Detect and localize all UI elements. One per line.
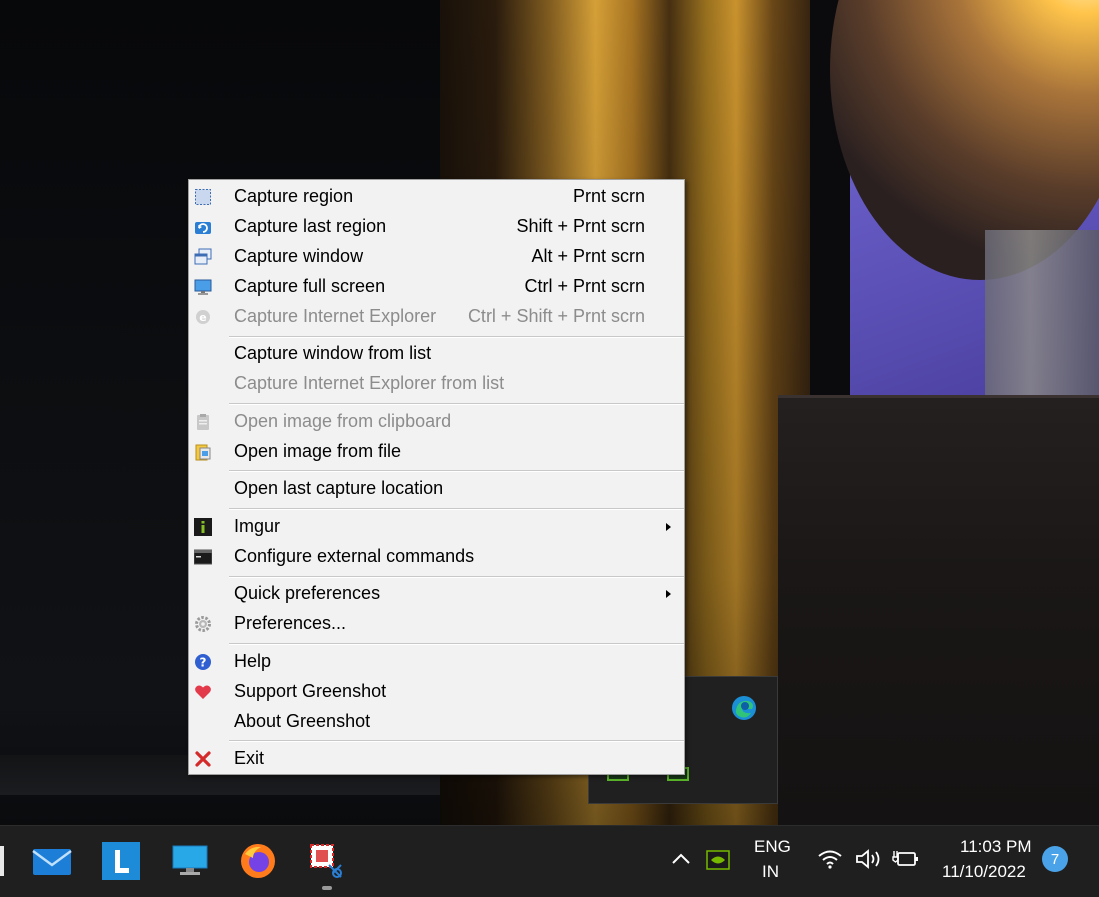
menu-item-shortcut: Ctrl + Shift + Prnt scrn [467, 306, 645, 326]
language-line1[interactable]: ENG [754, 837, 791, 857]
close-icon [194, 750, 212, 768]
menu-item-label: Capture window from list [234, 343, 432, 363]
submenu-arrow-icon [666, 590, 671, 598]
menu-item-capture-window[interactable]: Capture window Alt + Prnt scrn [189, 241, 684, 271]
heart-icon [194, 683, 212, 701]
menu-item-label: Help [234, 651, 272, 671]
menu-separator [229, 470, 684, 472]
clipboard-icon [194, 413, 212, 431]
menu-item-label: Open image from clipboard [234, 411, 452, 431]
menu-item-label: Capture window [234, 246, 364, 266]
menu-item-capture-last-region[interactable]: Capture last region Shift + Prnt scrn [189, 211, 684, 241]
firefox-icon[interactable] [237, 840, 279, 882]
menu-item-help[interactable]: ? Help [189, 646, 684, 676]
svg-text:e: e [199, 311, 206, 324]
menu-item-label: Imgur [234, 516, 281, 536]
active-app-indicator [322, 886, 332, 890]
mail-icon[interactable] [31, 840, 73, 882]
menu-item-preferences[interactable]: Preferences... [189, 608, 684, 638]
menu-item-capture-region[interactable]: Capture region Prnt scrn [189, 181, 684, 211]
notification-badge[interactable]: 7 [1042, 846, 1068, 872]
menu-item-label: Capture Internet Explorer from list [234, 373, 505, 393]
menu-item-shortcut: Ctrl + Prnt scrn [524, 276, 645, 296]
wifi-icon[interactable] [817, 848, 843, 870]
imgur-icon [194, 518, 212, 536]
menu-item-label: Capture region [234, 186, 354, 206]
menu-item-support-greenshot[interactable]: Support Greenshot [189, 676, 684, 706]
menu-item-label: Support Greenshot [234, 681, 387, 701]
menu-separator [229, 403, 684, 405]
menu-separator [229, 643, 684, 645]
svg-text:?: ? [200, 656, 207, 670]
menu-item-capture-ie-from-list: Capture Internet Explorer from list [189, 368, 684, 398]
menu-item-label: About Greenshot [234, 711, 371, 731]
menu-item-label: Exit [234, 748, 265, 768]
clock-date[interactable]: 11/10/2022 [942, 862, 1026, 882]
edge-tray-icon[interactable] [730, 694, 758, 722]
menu-separator [229, 508, 684, 510]
battery-charging-icon[interactable] [892, 848, 920, 870]
submenu-arrow-icon [666, 523, 671, 531]
menu-item-open-last-capture-location[interactable]: Open last capture location [189, 473, 684, 503]
terminal-icon [194, 548, 212, 566]
taskbar: ENG IN 11:03 PM 11/10/2022 [0, 825, 1099, 897]
menu-separator [229, 740, 684, 742]
greenshot-context-menu: Capture region Prnt scrn Capture last re… [188, 179, 685, 775]
menu-item-capture-full-screen[interactable]: Capture full screen Ctrl + Prnt scrn [189, 271, 684, 301]
capture-window-icon [194, 248, 212, 266]
taskbar-edge [0, 846, 4, 876]
help-icon: ? [194, 653, 212, 671]
clock-time[interactable]: 11:03 PM [960, 837, 1032, 857]
capture-last-region-icon [194, 218, 212, 236]
menu-item-label: Capture last region [234, 216, 387, 236]
menu-item-imgur[interactable]: Imgur [189, 511, 684, 541]
l-app-icon[interactable] [100, 840, 142, 882]
menu-item-label: Open last capture location [234, 478, 444, 498]
menu-item-shortcut: Shift + Prnt scrn [516, 216, 645, 236]
menu-item-capture-window-from-list[interactable]: Capture window from list [189, 338, 684, 368]
greenshot-icon[interactable] [306, 840, 348, 882]
menu-item-exit[interactable]: Exit [189, 743, 684, 773]
gear-icon [194, 615, 212, 633]
menu-item-capture-internet-explorer: e Capture Internet Explorer Ctrl + Shift… [189, 301, 684, 331]
monitor-icon [194, 278, 212, 296]
menu-item-shortcut: Prnt scrn [572, 186, 645, 206]
language-line2[interactable]: IN [762, 862, 779, 882]
menu-item-configure-external-commands[interactable]: Configure external commands [189, 541, 684, 571]
menu-item-label: Open image from file [234, 441, 402, 461]
remote-desktop-icon[interactable] [169, 840, 211, 882]
menu-item-label: Preferences... [234, 613, 347, 633]
capture-region-icon [194, 188, 212, 206]
volume-icon[interactable] [855, 848, 883, 870]
menu-item-shortcut: Alt + Prnt scrn [531, 246, 645, 266]
menu-item-open-image-from-file[interactable]: Open image from file [189, 436, 684, 466]
menu-item-quick-preferences[interactable]: Quick preferences [189, 578, 684, 608]
menu-item-about-greenshot[interactable]: About Greenshot [189, 706, 684, 736]
menu-item-label: Capture Internet Explorer [234, 306, 437, 326]
open-file-icon [194, 443, 212, 461]
menu-item-label: Configure external commands [234, 546, 475, 566]
nvidia-icon[interactable] [706, 850, 730, 870]
menu-item-open-image-from-clipboard: Open image from clipboard [189, 406, 684, 436]
internet-explorer-icon: e [194, 308, 212, 326]
menu-item-label: Quick preferences [234, 583, 381, 603]
chevron-up-icon[interactable] [670, 850, 692, 866]
menu-item-label: Capture full screen [234, 276, 386, 296]
